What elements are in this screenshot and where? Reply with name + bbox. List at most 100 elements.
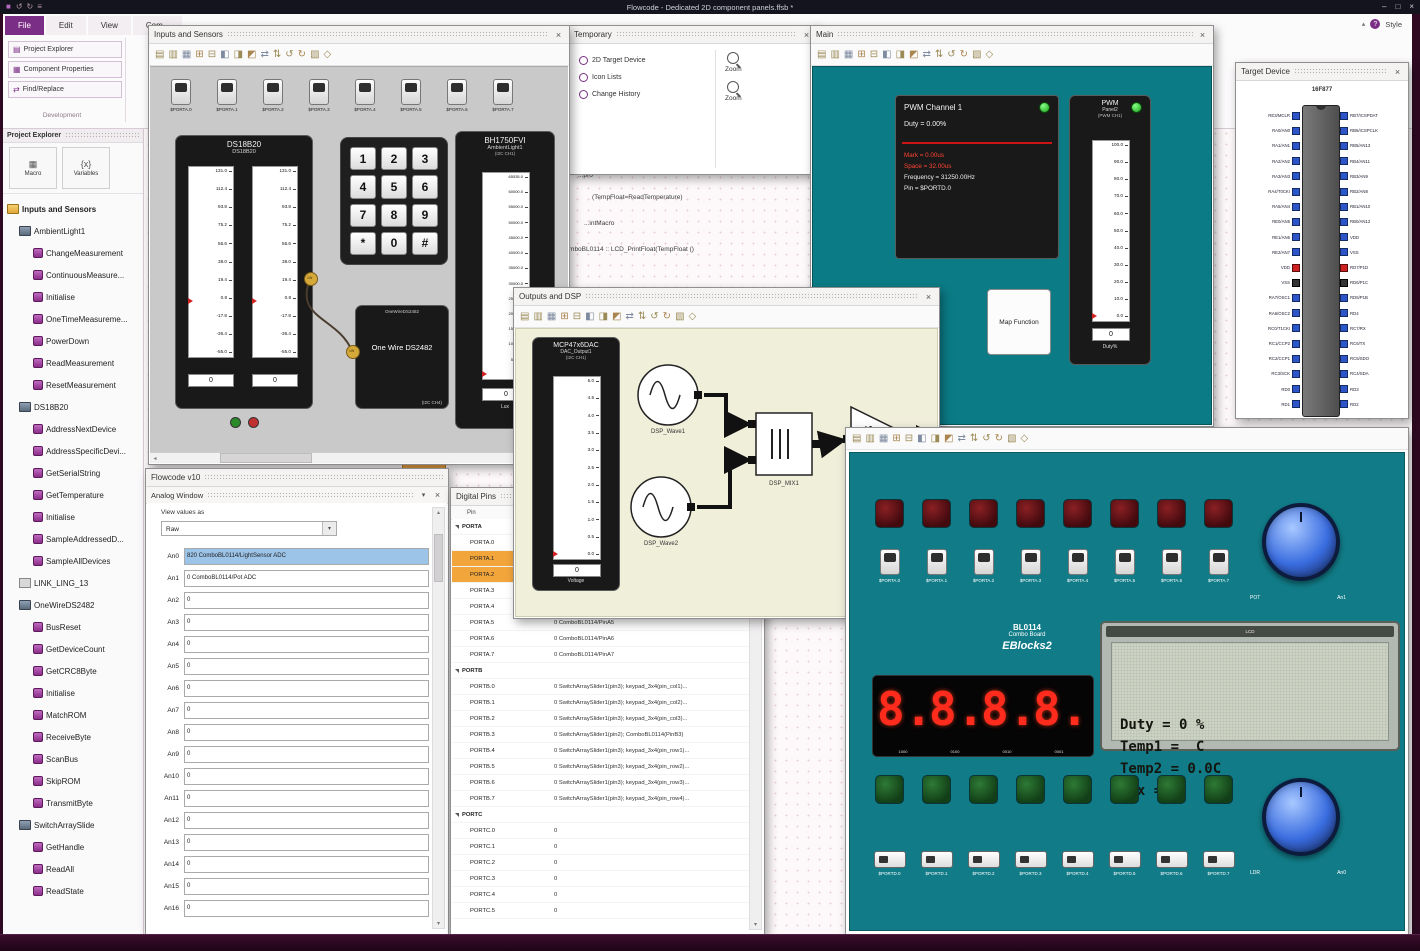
chip-pin[interactable]: RA2/AN2 — [1240, 157, 1300, 166]
toolbar-icon[interactable]: ⇄ — [958, 433, 966, 444]
keypad-key[interactable]: 0 — [381, 231, 407, 255]
dsp-wave1-label[interactable]: DSP_Wave1 — [628, 429, 708, 435]
digital-row[interactable]: PORTB.3 0 SwitchArraySlider1(pin2); Comb… — [452, 727, 751, 743]
ribbon-tab[interactable]: File — [5, 16, 44, 35]
toolbar-icon[interactable]: ⇄ — [923, 49, 931, 60]
explorer-toolbar-button[interactable]: ▦ Macro — [9, 147, 57, 189]
analog-value-field[interactable]: 0 — [184, 701, 429, 719]
close-icon[interactable]: × — [923, 292, 934, 302]
toolbar-icon[interactable]: ↺ — [982, 433, 990, 444]
digital-row[interactable]: PORTB.1 0 SwitchArraySlider1(pin3); keyp… — [452, 695, 751, 711]
chip-pin[interactable]: RD5/P1B — [1340, 293, 1402, 302]
toolbar-icon[interactable]: ⇄ — [261, 49, 269, 60]
analog-value-field[interactable]: 0 — [184, 591, 429, 609]
tree-item[interactable]: ScanBus — [3, 748, 143, 770]
toolbar-icon[interactable]: ⇅ — [970, 433, 978, 444]
chip-pin[interactable]: RC1/CCP2 — [1240, 339, 1300, 348]
scroll-down-icon[interactable]: ▾ — [433, 920, 444, 927]
tree-item[interactable]: GetDeviceCount — [3, 638, 143, 660]
tree-item[interactable]: SampleAddressedD... — [3, 528, 143, 550]
pin-pad[interactable] — [1292, 111, 1300, 120]
pin-pad[interactable] — [1292, 309, 1300, 318]
pin-pad[interactable] — [1340, 309, 1348, 318]
toolbar-icon[interactable]: ◧ — [917, 433, 926, 444]
chip-pin[interactable]: RC7/RX — [1340, 324, 1402, 333]
tree-item[interactable]: SkipROM — [3, 770, 143, 792]
collapse-ribbon-icon[interactable]: ▴ — [1362, 20, 1366, 28]
vertical-scrollbar[interactable]: ▴ ▾ — [432, 507, 445, 929]
pin-pad[interactable] — [1340, 233, 1348, 242]
toolbar-icon[interactable]: ⊟ — [208, 49, 216, 60]
toggle-switch[interactable] — [1020, 549, 1041, 575]
toggle-switch[interactable] — [879, 549, 900, 575]
toolbar-icon[interactable]: ↺ — [650, 311, 658, 322]
pin-pad[interactable] — [1340, 172, 1348, 181]
tree-item[interactable]: ReadState — [3, 880, 143, 902]
toggle-switch[interactable] — [1202, 851, 1235, 868]
toolbar-icon[interactable]: ▦ — [879, 433, 888, 444]
chip-pin[interactable]: RE2/AN7 — [1240, 248, 1300, 257]
toggle-switch[interactable] — [171, 79, 191, 105]
chip-pin[interactable]: RB2/AN8 — [1340, 187, 1402, 196]
chip-pin[interactable]: RB1/AN10 — [1340, 202, 1402, 211]
tree-item[interactable]: SampleAllDevices — [3, 550, 143, 572]
tree-item[interactable]: ContinuousMeasure... — [3, 264, 143, 286]
toolbar-icon[interactable]: ◨ — [931, 433, 940, 444]
toggle-switch[interactable] — [1014, 851, 1047, 868]
pin-pad[interactable] — [1340, 339, 1348, 348]
close-icon[interactable]: × — [432, 490, 443, 500]
scroll-left-icon[interactable]: ◂ — [150, 455, 160, 462]
radio-icon[interactable] — [579, 56, 588, 65]
tree-item[interactable]: GetSerialString — [3, 462, 143, 484]
expand-icon[interactable] — [452, 669, 462, 673]
tree-item[interactable]: Initialise — [3, 286, 143, 308]
tree-item[interactable]: TransmitByte — [3, 792, 143, 814]
digital-row[interactable]: PORTC.3 0 — [452, 871, 751, 887]
pin-pad[interactable] — [1340, 369, 1348, 378]
chip-pin[interactable]: RB5/AN13 — [1340, 141, 1402, 150]
pin-pad[interactable] — [1340, 293, 1348, 302]
pin-pad[interactable] — [1292, 324, 1300, 333]
ribbon-button[interactable]: ⇄ Find/Replace — [8, 81, 122, 98]
digital-row[interactable]: PORTC.5 0 — [452, 903, 751, 919]
tree-item[interactable]: Initialise — [3, 506, 143, 528]
toggle-switch[interactable] — [1114, 549, 1135, 575]
ribbon-tab[interactable]: Edit — [45, 16, 86, 35]
digital-row[interactable]: PORTB.0 0 SwitchArraySlider1(pin3); keyp… — [452, 679, 751, 695]
scrollbar-thumb[interactable] — [220, 453, 312, 463]
pin-pad[interactable] — [1292, 217, 1300, 226]
toolbar-icon[interactable]: ⊞ — [560, 311, 568, 322]
tree-item[interactable]: GetHandle — [3, 836, 143, 858]
tree-item[interactable]: BusReset — [3, 616, 143, 638]
analog-value-field[interactable]: 0 — [184, 811, 429, 829]
tree-item[interactable]: OneWireDS2482 — [3, 594, 143, 616]
scroll-down-icon[interactable]: ▾ — [750, 921, 761, 928]
toggle-switch[interactable] — [1161, 549, 1182, 575]
chip-pin[interactable]: RA5/AN4 — [1240, 202, 1300, 211]
toolbar-icon[interactable]: ↻ — [960, 49, 968, 60]
tree-item[interactable]: ReadMeasurement — [3, 352, 143, 374]
toolbar-icon[interactable]: ▤ — [852, 433, 861, 444]
window-titlebar[interactable]: ■ ↺ ↻ ≡ Flowcode - Dedicated 2D component … — [0, 0, 1420, 14]
chip-pin[interactable]: RD0 — [1240, 385, 1300, 394]
help-icon[interactable]: ? — [1370, 19, 1381, 29]
analog-value-field[interactable]: 0 — [184, 613, 429, 631]
keypad-key[interactable]: 1 — [350, 147, 376, 171]
analog-value-field[interactable]: 0 — [184, 899, 429, 917]
zoom-button[interactable]: Zoom — [725, 52, 742, 73]
pin-pad[interactable] — [1292, 141, 1300, 150]
digital-row[interactable]: PORTC.4 0 — [452, 887, 751, 903]
toolbar-icon[interactable]: ⇄ — [626, 311, 634, 322]
digital-row[interactable]: PORTA.6 0 ComboBL0114/PinA6 — [452, 631, 751, 647]
pin-panel-icon[interactable]: ▾ — [419, 491, 428, 499]
chip-pin[interactable]: RD7/P1D — [1340, 263, 1402, 272]
toolbar-icon[interactable]: ◇ — [986, 49, 994, 60]
pin-pad[interactable] — [1340, 354, 1348, 363]
pin-pad[interactable] — [1292, 202, 1300, 211]
toolbar-icon[interactable]: ▤ — [817, 49, 826, 60]
analog-value-field[interactable]: 0 — [184, 877, 429, 895]
toggle-switch[interactable] — [920, 851, 953, 868]
toolbar-icon[interactable]: ◨ — [234, 49, 243, 60]
expand-icon[interactable] — [452, 813, 462, 817]
keypad-key[interactable]: 9 — [412, 203, 438, 227]
